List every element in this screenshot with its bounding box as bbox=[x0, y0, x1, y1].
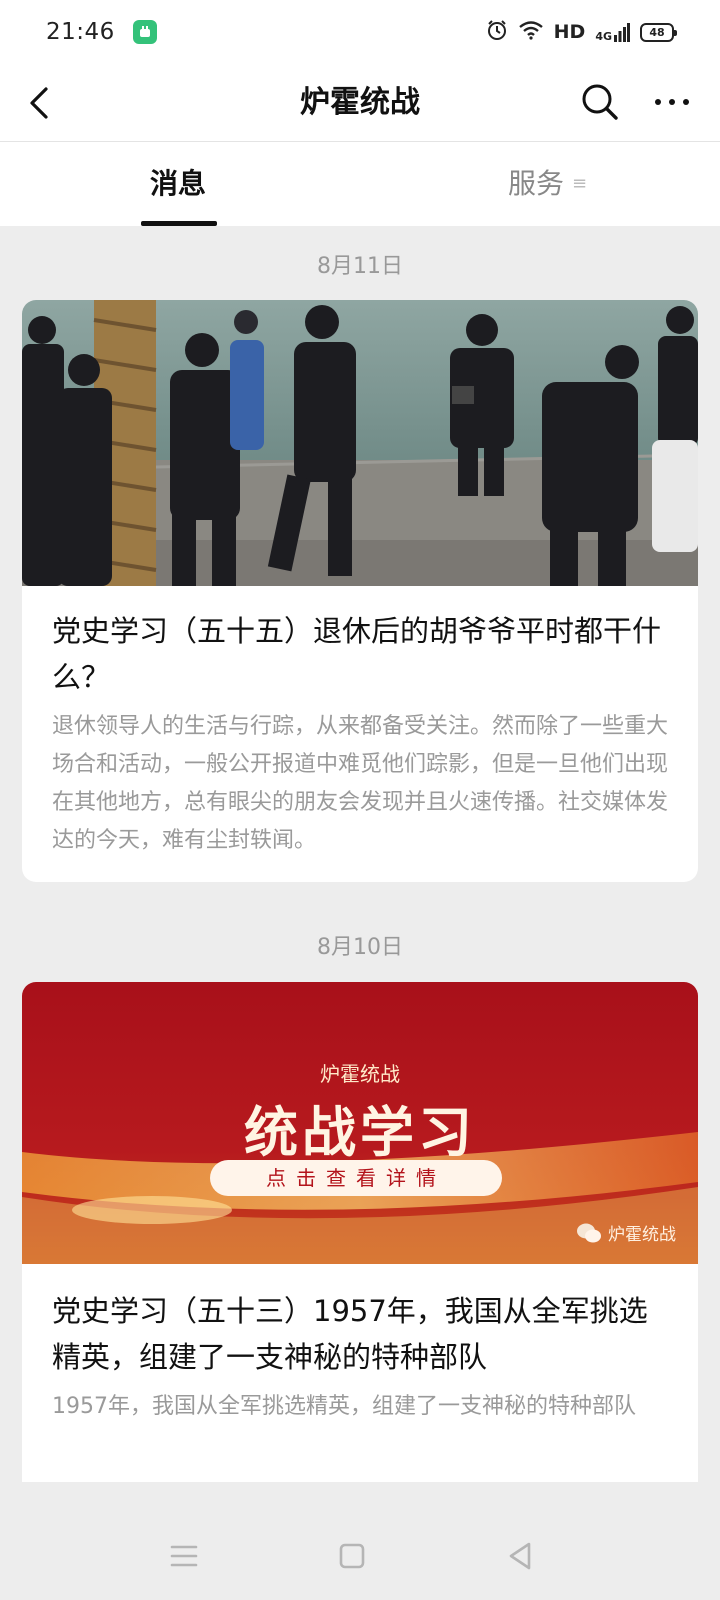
menu-lines-icon: ≡ bbox=[572, 173, 588, 194]
status-right: HD 4G 48 bbox=[486, 19, 677, 46]
tab-services[interactable]: 服务 ≡ bbox=[508, 142, 587, 226]
banner-account-name: 炉霍统战 bbox=[320, 1062, 400, 1086]
system-nav-bar bbox=[0, 1512, 720, 1600]
tab-messages[interactable]: 消息 bbox=[138, 142, 218, 226]
status-bar: 21:46 HD 4G 48 bbox=[0, 0, 720, 64]
system-back-button[interactable] bbox=[496, 1532, 544, 1580]
tab-active-indicator bbox=[141, 221, 217, 226]
search-button[interactable] bbox=[578, 80, 622, 124]
recent-apps-button[interactable] bbox=[160, 1532, 208, 1580]
more-button[interactable] bbox=[650, 80, 694, 124]
status-left: 21:46 bbox=[46, 19, 157, 45]
article-title: 党史学习（五十五）退休后的胡爷爷平时都干什么？ bbox=[52, 614, 662, 694]
alarm-icon bbox=[486, 19, 508, 46]
nav-bar: 炉霍统战 bbox=[0, 64, 720, 142]
search-icon bbox=[582, 84, 618, 120]
signal-label: 4G bbox=[595, 30, 612, 43]
home-square-icon bbox=[339, 1543, 365, 1569]
tab-bar: 消息 服务 ≡ bbox=[0, 142, 720, 226]
battery-icon: 48 bbox=[640, 22, 677, 42]
article-photo bbox=[22, 300, 698, 586]
back-triangle-icon bbox=[509, 1542, 531, 1570]
article-body: 党史学习（五十五）退休后的胡爷爷平时都干什么？ 退休领导人的生活与行踪，从来都备… bbox=[22, 586, 698, 882]
network-type-label: HD bbox=[553, 21, 586, 43]
banner-cta-button: 点击查看详情 bbox=[210, 1160, 502, 1196]
article-title: 党史学习（五十三）1957年，我国从全军挑选精英，组建了一支神秘的特种部队 bbox=[52, 1294, 648, 1374]
date-label: 8月11日 bbox=[317, 254, 403, 279]
tab-messages-label: 消息 bbox=[149, 167, 206, 200]
article-banner: 炉霍统战 统战学习 点击查看详情 炉霍统战 bbox=[22, 982, 698, 1264]
signal-icon: 4G bbox=[595, 22, 630, 42]
menu-icon bbox=[170, 1545, 198, 1567]
app-notification-icon bbox=[132, 20, 157, 44]
banner-watermark-text: 炉霍统战 bbox=[608, 1225, 676, 1245]
more-dots-icon bbox=[655, 99, 689, 105]
battery-level: 48 bbox=[649, 25, 665, 39]
wifi-icon bbox=[518, 20, 544, 45]
status-time: 21:46 bbox=[46, 19, 115, 45]
banner-headline: 统战学习 bbox=[244, 1100, 476, 1164]
banner-watermark: 炉霍统战 bbox=[576, 1220, 676, 1245]
tab-services-label: 服务 bbox=[508, 167, 565, 200]
article-card[interactable]: 炉霍统战 统战学习 点击查看详情 炉霍统战 党史学习（五十三）1957年，我国从… bbox=[22, 982, 698, 1482]
article-body: 党史学习（五十三）1957年，我国从全军挑选精英，组建了一支神秘的特种部队 19… bbox=[22, 1264, 698, 1452]
home-button[interactable] bbox=[328, 1532, 376, 1580]
wechat-icon bbox=[577, 1223, 601, 1242]
article-summary: 1957年，我国从全军挑选精英，组建了一支神秘的特种部队 bbox=[52, 1394, 636, 1419]
date-label: 8月10日 bbox=[317, 935, 403, 960]
article-card[interactable]: 党史学习（五十五）退休后的胡爷爷平时都干什么？ 退休领导人的生活与行踪，从来都备… bbox=[22, 300, 698, 882]
article-summary: 退休领导人的生活与行踪，从来都备受关注。然而除了一些重大场合和活动，一般公开报道… bbox=[52, 714, 669, 853]
